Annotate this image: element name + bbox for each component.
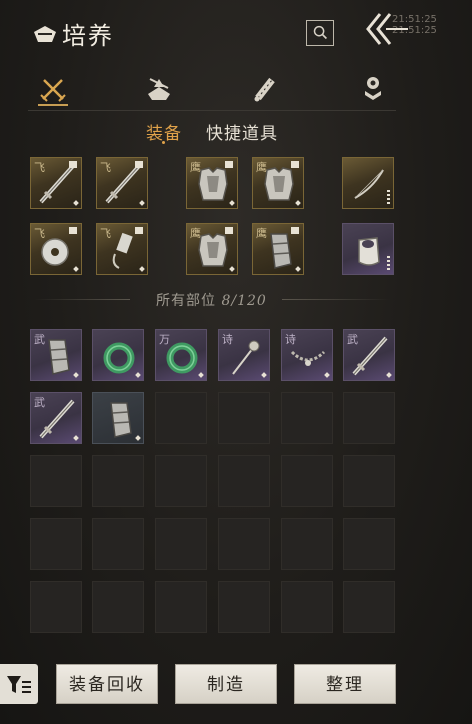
item-set-mark: 鹰 — [190, 161, 201, 174]
item-slot[interactable] — [92, 392, 144, 444]
empty-slot — [343, 392, 395, 444]
empty-slot — [281, 518, 333, 570]
item-slot[interactable]: 飞 — [30, 157, 82, 209]
divider-line-right — [282, 299, 390, 300]
inventory-count: 8/120 — [221, 293, 267, 309]
inventory-header: 所有部位 8/120 — [156, 290, 267, 310]
empty-slot — [343, 518, 395, 570]
item-slot[interactable]: 诗 — [218, 329, 270, 381]
item-set-mark: 武 — [347, 333, 358, 346]
subtab-quick-items[interactable]: 快捷道具 — [206, 119, 278, 144]
hat-icon — [148, 78, 170, 100]
item-set-mark: 诗 — [222, 333, 233, 346]
item-set-mark: 诗 — [285, 333, 296, 346]
active-subtab-indicator — [162, 141, 165, 144]
equipped-tag-icon — [135, 161, 143, 168]
tab-scroll[interactable] — [250, 74, 280, 104]
item-slot[interactable]: 鹰 — [186, 223, 238, 275]
empty-slot — [218, 581, 270, 633]
empty-slot — [281, 581, 333, 633]
item-slot[interactable] — [92, 329, 144, 381]
empty-slot — [155, 392, 207, 444]
tab-outfit[interactable] — [144, 74, 174, 104]
item-set-mark: 飞 — [100, 227, 111, 240]
item-slot[interactable]: 飞 — [96, 223, 148, 275]
empty-slot — [155, 581, 207, 633]
empty-slot — [155, 455, 207, 507]
filter-button[interactable] — [0, 664, 38, 704]
header-bar: 培养 21:51:25 21:51:25 — [0, 0, 472, 70]
scroll-icon — [254, 77, 275, 102]
item-slot[interactable] — [342, 223, 394, 275]
search-button[interactable] — [306, 20, 334, 46]
filter-icon — [7, 676, 31, 693]
category-tabs — [28, 70, 396, 111]
inventory-label: 所有部位 — [156, 293, 216, 309]
empty-slot — [92, 518, 144, 570]
empty-slot — [30, 455, 82, 507]
item-set-mark: 飞 — [34, 161, 45, 174]
empty-slot — [92, 455, 144, 507]
empty-slot — [218, 518, 270, 570]
item-set-mark: 武 — [34, 333, 45, 346]
empty-slot — [218, 455, 270, 507]
item-slot[interactable]: 飞 — [30, 223, 82, 275]
item-slot[interactable]: 万 — [155, 329, 207, 381]
equipped-tag-icon — [69, 161, 77, 168]
equipped-tag-icon — [69, 227, 77, 234]
item-slot[interactable]: 鹰 — [252, 157, 304, 209]
item-set-mark: 鹰 — [256, 161, 267, 174]
double-chevron-left-icon[interactable] — [362, 10, 412, 48]
item-set-mark: 飞 — [100, 161, 111, 174]
empty-slot — [30, 581, 82, 633]
item-slot[interactable]: 鹰 — [252, 223, 304, 275]
level-dots-icon — [387, 190, 390, 204]
item-slot[interactable]: 武 — [343, 329, 395, 381]
tab-skills[interactable] — [358, 74, 388, 104]
item-slot[interactable]: 武 — [30, 329, 82, 381]
hat-icon — [34, 26, 56, 42]
badge-icon — [365, 77, 381, 100]
equipped-tag-icon — [135, 227, 143, 234]
empty-slot — [281, 455, 333, 507]
craft-button[interactable]: 制造 — [175, 664, 277, 704]
equipped-tag-icon — [291, 227, 299, 234]
item-set-mark: 武 — [34, 396, 45, 409]
sort-button[interactable]: 整理 — [294, 664, 396, 704]
item-slot[interactable]: 鹰 — [186, 157, 238, 209]
divider-line-left — [34, 299, 130, 300]
level-dots-icon — [387, 256, 390, 270]
equipped-tag-icon — [291, 161, 299, 168]
recycle-equipment-button[interactable]: 装备回收 — [56, 664, 158, 704]
search-icon — [313, 25, 328, 40]
empty-slot — [30, 518, 82, 570]
item-set-mark: 万 — [159, 333, 170, 346]
empty-slot — [281, 392, 333, 444]
item-slot[interactable] — [342, 157, 394, 209]
item-set-mark: 鹰 — [190, 227, 201, 240]
item-set-mark: 飞 — [34, 227, 45, 240]
tab-weapons[interactable] — [38, 74, 68, 106]
equipped-tag-icon — [225, 161, 233, 168]
crossed-swords-icon — [40, 79, 66, 102]
item-slot[interactable]: 诗 — [281, 329, 333, 381]
item-slot[interactable]: 武 — [30, 392, 82, 444]
item-slot[interactable]: 飞 — [96, 157, 148, 209]
empty-slot — [343, 581, 395, 633]
empty-slot — [343, 455, 395, 507]
empty-slot — [92, 581, 144, 633]
empty-slot — [155, 518, 207, 570]
page-title: 培养 — [62, 22, 114, 50]
equipped-tag-icon — [225, 227, 233, 234]
item-set-mark: 鹰 — [256, 227, 267, 240]
empty-slot — [218, 392, 270, 444]
